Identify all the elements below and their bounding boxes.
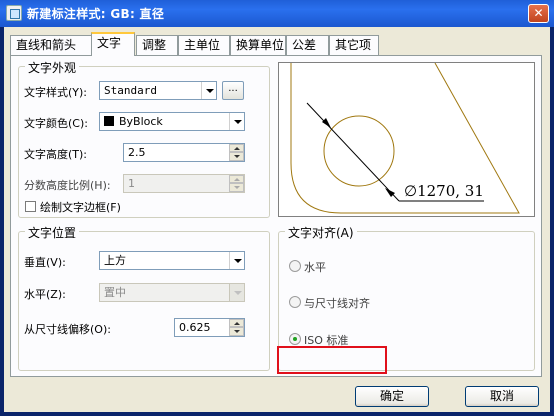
align-dimension-line-radio[interactable] [289, 296, 301, 308]
spin-down-icon [229, 183, 244, 192]
window-title: 新建标注样式: GB: 直径 [27, 7, 165, 21]
close-button[interactable]: ✕ [528, 4, 549, 23]
dialog-client: 直线和箭头 文字 调整 主单位 换算单位 公差 其它项 文字外观 文字样式(Y)… [4, 27, 550, 412]
tab-other[interactable]: 其它项 [329, 35, 379, 55]
text-appearance-group: 文字外观 文字样式(Y): Standard ... 文字颜色(C): ByBl… [18, 59, 270, 218]
spin-up-icon [229, 175, 244, 183]
color-swatch [104, 116, 114, 126]
text-height-input[interactable]: 2.5 [123, 143, 245, 162]
text-appearance-title: 文字外观 [25, 59, 80, 76]
horizontal-value: 置中 [104, 286, 126, 299]
align-horizontal-radio[interactable] [289, 260, 301, 272]
tab-primary-units[interactable]: 主单位 [178, 35, 230, 55]
align-iso-standard-radio[interactable] [289, 333, 301, 345]
tab-lines-arrows[interactable]: 直线和箭头 [10, 35, 92, 55]
draw-frame-checkbox[interactable] [25, 201, 36, 212]
fraction-height-spinner [229, 175, 244, 192]
text-alignment-title: 文字对齐(A) [285, 224, 357, 241]
title-bar[interactable]: 新建标注样式: GB: 直径 ✕ [0, 0, 554, 27]
vertical-dropdown[interactable]: 上方 [99, 251, 245, 270]
chevron-down-icon [229, 284, 244, 301]
spin-up-icon[interactable] [229, 319, 244, 327]
text-placement-group: 文字位置 垂直(V): 上方 水平(Z): 置中 从尺寸线偏移(O): 0.62… [18, 224, 270, 371]
offset-input[interactable]: 0.625 [174, 318, 245, 337]
text-placement-title: 文字位置 [25, 224, 80, 241]
tab-panel-text: 文字外观 文字样式(Y): Standard ... 文字颜色(C): ByBl… [10, 55, 542, 377]
cancel-button[interactable]: 取消 [465, 386, 539, 407]
offset-value: 0.625 [179, 321, 211, 334]
text-height-spinner[interactable] [229, 144, 244, 161]
tab-tolerances[interactable]: 公差 [286, 35, 329, 55]
preview-dimension-text: ∅1270, 31 [404, 182, 484, 200]
draw-frame-label: 绘制文字边框(F) [40, 201, 121, 214]
text-style-dropdown[interactable]: Standard [99, 81, 217, 100]
dialog-window: 新建标注样式: GB: 直径 ✕ 直线和箭头 文字 调整 主单位 换算单位 公差… [0, 0, 554, 416]
spin-down-icon[interactable] [229, 327, 244, 336]
align-dimension-line-label: 与尺寸线对齐 [304, 297, 370, 310]
chevron-down-icon[interactable] [201, 82, 216, 99]
chevron-down-icon[interactable] [229, 113, 244, 130]
spin-down-icon[interactable] [229, 152, 244, 161]
text-height-label: 文字高度(T): [24, 148, 88, 161]
iso-standard-highlight [277, 346, 387, 374]
align-horizontal-label: 水平 [304, 261, 326, 274]
vertical-value: 上方 [104, 254, 126, 267]
text-style-label: 文字样式(Y): [24, 86, 88, 99]
text-color-dropdown[interactable]: ByBlock [99, 112, 245, 131]
chevron-down-icon[interactable] [229, 252, 244, 269]
text-style-value: Standard [104, 84, 157, 97]
vertical-label: 垂直(V): [24, 256, 66, 269]
preview-circle [323, 115, 395, 187]
preview-dimension-line [306, 102, 400, 202]
offset-label: 从尺寸线偏移(O): [24, 323, 111, 336]
tab-fit[interactable]: 调整 [136, 35, 178, 55]
horizontal-label: 水平(Z): [24, 288, 66, 301]
fraction-height-label: 分数高度比例(H): [24, 179, 111, 192]
text-color-label: 文字颜色(C): [24, 117, 88, 130]
dimension-preview: ∅1270, 31 [278, 62, 535, 217]
tab-text[interactable]: 文字 [91, 32, 135, 56]
tab-alternate-units[interactable]: 换算单位 [230, 35, 286, 55]
text-height-value: 2.5 [128, 146, 146, 159]
text-style-browse-button[interactable]: ... [222, 81, 244, 100]
text-color-value: ByBlock [119, 115, 163, 128]
horizontal-dropdown: 置中 [99, 283, 245, 302]
preview-arrow-upper [322, 118, 331, 128]
spin-up-icon[interactable] [229, 144, 244, 152]
offset-spinner[interactable] [229, 319, 244, 336]
fraction-height-input: 1 [123, 174, 245, 193]
fraction-height-value: 1 [128, 177, 135, 190]
app-icon [6, 5, 22, 21]
ok-button[interactable]: 确定 [355, 386, 429, 407]
preview-drawing: ∅1270, 31 [290, 62, 520, 214]
